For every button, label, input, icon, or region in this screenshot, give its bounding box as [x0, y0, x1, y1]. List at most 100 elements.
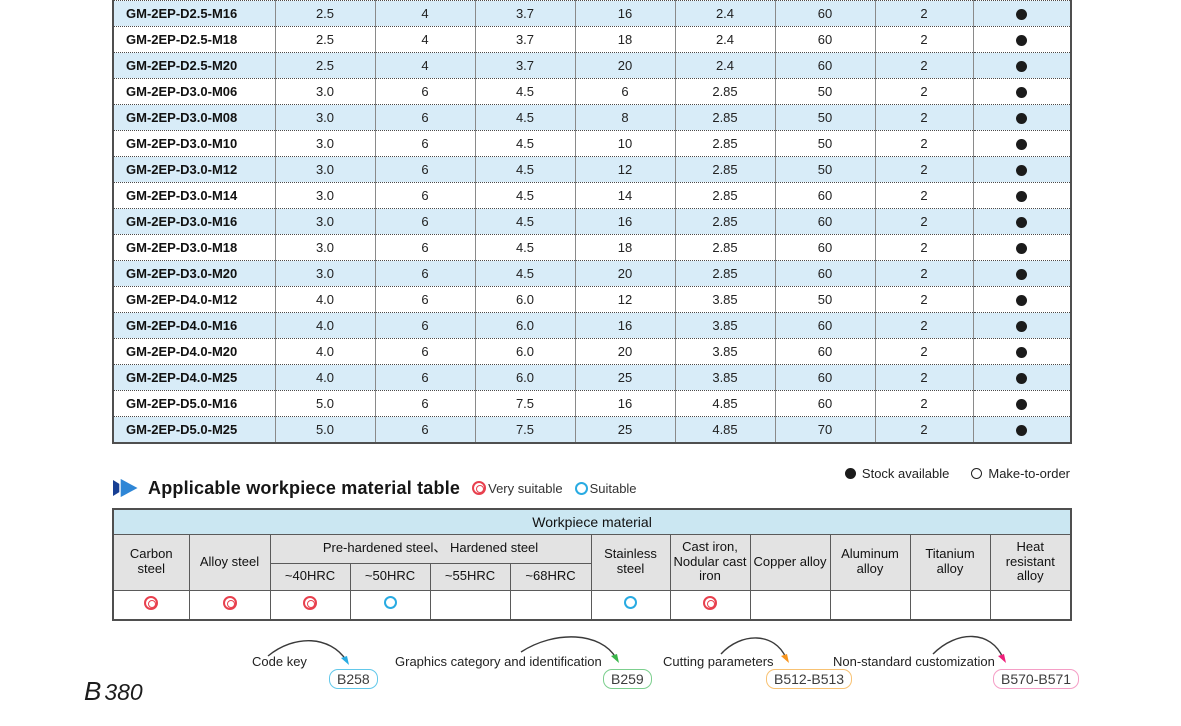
- spec-cell: 3.0: [275, 261, 375, 287]
- page-number: B380: [84, 676, 143, 707]
- model-cell: GM-2EP-D4.0-M25: [113, 365, 275, 391]
- stock-available-icon: [1016, 321, 1027, 332]
- stock-available-icon: [1016, 425, 1027, 436]
- model-cell: GM-2EP-D2.5-M20: [113, 53, 275, 79]
- very-suitable-legend: Very suitable: [472, 481, 562, 496]
- spec-cell: 6: [375, 261, 475, 287]
- spec-cell: 6.0: [475, 287, 575, 313]
- spec-cell: 14: [575, 183, 675, 209]
- very-suitable-icon: [144, 596, 158, 610]
- stock-cell: [973, 313, 1071, 339]
- stock-available-icon: [1016, 61, 1027, 72]
- model-cell: GM-2EP-D3.0-M12: [113, 157, 275, 183]
- rating-cell: [350, 590, 430, 620]
- stock-available-icon: [1016, 269, 1027, 280]
- workpiece-column-header: Titanium alloy: [910, 534, 990, 590]
- stock-available-icon: [1016, 35, 1027, 46]
- suitable-icon: [575, 482, 588, 495]
- spec-cell: 4.85: [675, 391, 775, 417]
- suitable-icon: [624, 596, 637, 609]
- spec-cell: 3.7: [475, 1, 575, 27]
- spec-cell: 60: [775, 313, 875, 339]
- suitable-legend: Suitable: [575, 481, 637, 496]
- spec-cell: 4.0: [275, 365, 375, 391]
- table-row: GM-2EP-D3.0-M183.064.5182.85602: [113, 235, 1071, 261]
- stock-available-icon: [1016, 243, 1027, 254]
- spec-cell: 6: [375, 131, 475, 157]
- code-key-badge[interactable]: B258: [329, 669, 378, 689]
- stock-cell: [973, 391, 1071, 417]
- workpiece-table-container: Workpiece material Carbon steelAlloy ste…: [112, 508, 1070, 621]
- spec-cell: 60: [775, 183, 875, 209]
- stock-cell: [973, 27, 1071, 53]
- stock-available-icon: [1016, 165, 1027, 176]
- stock-available-icon: [1016, 295, 1027, 306]
- spec-cell: 3.0: [275, 209, 375, 235]
- rating-cell: [670, 590, 750, 620]
- stock-cell: [973, 1, 1071, 27]
- rating-cell: [750, 590, 830, 620]
- spec-cell: 12: [575, 287, 675, 313]
- spec-cell: 50: [775, 157, 875, 183]
- page-number-value: 380: [104, 679, 142, 705]
- table-row: GM-2EP-D2.5-M162.543.7162.4602: [113, 1, 1071, 27]
- spec-cell: 2.85: [675, 235, 775, 261]
- suitability-legend: Very suitable Suitable: [472, 481, 636, 496]
- spec-cell: 2: [875, 209, 973, 235]
- model-cell: GM-2EP-D4.0-M16: [113, 313, 275, 339]
- spec-cell: 50: [775, 79, 875, 105]
- hardness-subheader: ~68HRC: [510, 563, 591, 590]
- model-cell: GM-2EP-D3.0-M10: [113, 131, 275, 157]
- spec-cell: 4: [375, 1, 475, 27]
- spec-cell: 4.5: [475, 79, 575, 105]
- spec-cell: 6.0: [475, 365, 575, 391]
- spec-cell: 2: [875, 365, 973, 391]
- spec-cell: 3.0: [275, 157, 375, 183]
- spec-cell: 3.0: [275, 235, 375, 261]
- spec-cell: 4.0: [275, 339, 375, 365]
- spec-cell: 7.5: [475, 391, 575, 417]
- spec-cell: 4.0: [275, 287, 375, 313]
- graphics-category-badge[interactable]: B259: [603, 669, 652, 689]
- table-row: GM-2EP-D3.0-M123.064.5122.85502: [113, 157, 1071, 183]
- table-row: GM-2EP-D4.0-M124.066.0123.85502: [113, 287, 1071, 313]
- model-cell: GM-2EP-D5.0-M25: [113, 417, 275, 443]
- model-cell: GM-2EP-D3.0-M06: [113, 79, 275, 105]
- rating-cell: [430, 590, 510, 620]
- table-row: GM-2EP-D5.0-M165.067.5164.85602: [113, 391, 1071, 417]
- spec-cell: 50: [775, 105, 875, 131]
- spec-cell: 3.0: [275, 131, 375, 157]
- spec-cell: 2.5: [275, 1, 375, 27]
- spec-cell: 4.5: [475, 183, 575, 209]
- spec-cell: 12: [575, 157, 675, 183]
- spec-cell: 3.85: [675, 287, 775, 313]
- spec-cell: 2: [875, 131, 973, 157]
- spec-cell: 8: [575, 105, 675, 131]
- stock-available-icon: [1016, 87, 1027, 98]
- spec-cell: 2: [875, 235, 973, 261]
- stock-cell: [973, 235, 1071, 261]
- spec-cell: 3.85: [675, 365, 775, 391]
- cutting-parameters-badge[interactable]: B512-B513: [766, 669, 852, 689]
- cutting-parameters-label: Cutting parameters: [663, 654, 774, 669]
- spec-cell: 4.5: [475, 209, 575, 235]
- spec-cell: 3.7: [475, 53, 575, 79]
- spec-cell: 3.0: [275, 105, 375, 131]
- table-row: GM-2EP-D4.0-M254.066.0253.85602: [113, 365, 1071, 391]
- model-cell: GM-2EP-D3.0-M08: [113, 105, 275, 131]
- stock-available-icon: [1016, 139, 1027, 150]
- non-standard-badge[interactable]: B570-B571: [993, 669, 1079, 689]
- stock-available-icon: [845, 468, 856, 479]
- spec-cell: 5.0: [275, 391, 375, 417]
- model-cell: GM-2EP-D3.0-M16: [113, 209, 275, 235]
- table-row: GM-2EP-D2.5-M182.543.7182.4602: [113, 27, 1071, 53]
- spec-cell: 4.5: [475, 105, 575, 131]
- suitable-icon: [384, 596, 397, 609]
- model-cell: GM-2EP-D3.0-M18: [113, 235, 275, 261]
- page-number-prefix: B: [84, 676, 101, 706]
- table-row: GM-2EP-D4.0-M164.066.0163.85602: [113, 313, 1071, 339]
- spec-table: GM-2EP-D2.5-M162.543.7162.4602GM-2EP-D2.…: [112, 0, 1072, 444]
- spec-cell: 6: [375, 365, 475, 391]
- spec-cell: 2.85: [675, 79, 775, 105]
- spec-cell: 4: [375, 27, 475, 53]
